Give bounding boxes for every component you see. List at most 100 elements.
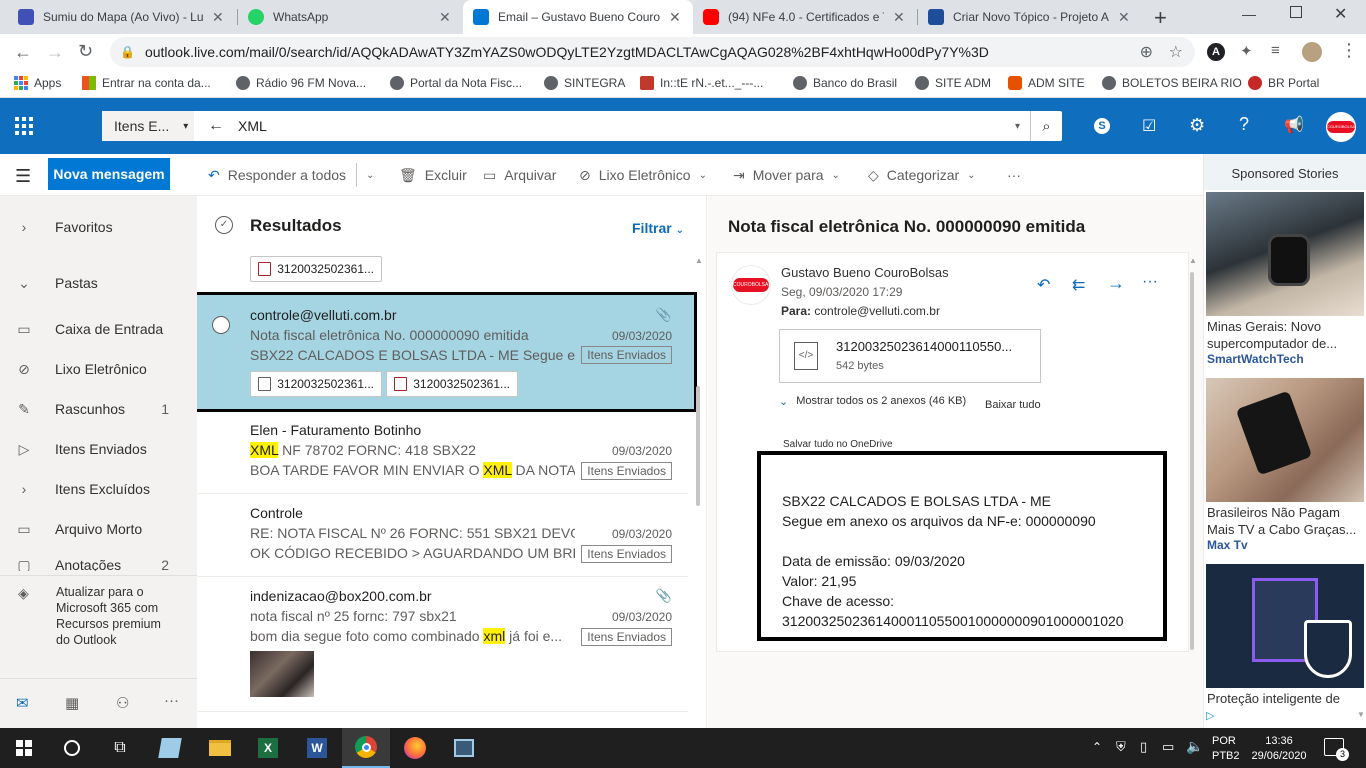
nav-favorites[interactable]: › Favoritos <box>0 209 197 245</box>
browser-tab-active[interactable]: Email – Gustavo Bueno CouroB ✕ <box>463 0 693 34</box>
search-input[interactable]: XML <box>238 118 267 134</box>
megaphone-icon[interactable]: 📢 <box>1284 115 1304 135</box>
excel-icon[interactable]: X <box>244 728 292 768</box>
bookmark-item[interactable]: In::tE rN.-.et..._---... <box>640 76 763 90</box>
chevron-up-icon[interactable]: ⌃ <box>1092 740 1102 754</box>
profile-initial-icon[interactable]: A <box>1207 43 1225 61</box>
more-actions-button[interactable]: ··· <box>1007 163 1021 187</box>
forward-icon[interactable]: → <box>1107 273 1125 294</box>
photo-thumbnail[interactable] <box>250 651 314 697</box>
new-tab-button[interactable]: + <box>1154 5 1167 31</box>
reply-icon[interactable]: ↶ <box>1037 275 1050 295</box>
scroll-down-icon[interactable]: ▼ <box>1357 710 1365 719</box>
ad-source[interactable]: SmartWatchTech <box>1207 352 1304 366</box>
smartwatch-ad-image[interactable] <box>1206 192 1364 316</box>
search-icon[interactable] <box>48 728 96 768</box>
browser-tab[interactable]: Sumiu do Mapa (Ao Vivo) - Luc ✕ <box>8 0 236 34</box>
network-icon[interactable]: ▭ <box>1162 739 1174 755</box>
maximize-icon[interactable] <box>1290 6 1302 18</box>
app-launcher-icon[interactable] <box>15 117 33 135</box>
bookmark-item[interactable]: ADM SITE <box>1008 76 1085 90</box>
nav-item-archive[interactable]: ▭ Arquivo Morto <box>0 511 197 547</box>
bookmark-item[interactable]: BOLETOS BEIRA RIO <box>1102 76 1242 90</box>
new-message-button[interactable]: Nova mensagem <box>48 158 170 190</box>
user-avatar-icon[interactable] <box>1302 42 1322 62</box>
people-icon[interactable]: ⚇ <box>116 694 129 712</box>
firefox-icon[interactable] <box>391 728 439 768</box>
more-apps-icon[interactable]: ··· <box>164 692 179 709</box>
filter-button[interactable]: Filtrar ⌄ <box>632 220 684 236</box>
bookmark-item[interactable]: Rádio 96 FM Nova... <box>236 76 366 90</box>
back-arrow-icon[interactable]: ← <box>208 117 224 135</box>
nav-item-deleted[interactable]: › Itens Excluídos <box>0 471 197 507</box>
ad-title[interactable]: Proteção inteligente de <box>1207 690 1365 707</box>
security-ad-image[interactable] <box>1206 564 1364 688</box>
nav-item-junk[interactable]: ⊘ Lixo Eletrônico <box>0 351 197 387</box>
menu-dots-icon[interactable]: ⋮ <box>1340 40 1358 61</box>
tv-stick-ad-image[interactable] <box>1206 378 1364 502</box>
mail-icon[interactable]: ✉ <box>16 694 29 712</box>
delete-button[interactable]: 🗑 Excluir <box>399 163 467 187</box>
attachment-card[interactable]: </> 31200325023614000110550... 542 bytes <box>779 329 1041 383</box>
extensions-icon[interactable]: ✦ <box>1240 42 1253 60</box>
show-all-attachments[interactable]: ⌄ Mostrar todos os 2 anexos (46 KB) <box>779 395 966 408</box>
bookmark-item[interactable]: Entrar na conta da... <box>82 76 211 90</box>
bookmark-item[interactable]: Banco do Brasil <box>793 76 897 90</box>
battery-icon[interactable]: ▯ <box>1140 739 1147 755</box>
word-icon[interactable]: W <box>293 728 341 768</box>
notepad-app-icon[interactable] <box>146 728 194 768</box>
back-arrow-icon[interactable]: ← <box>14 42 32 63</box>
list-item[interactable]: Controle RE: NOTA FISCAL Nº 26 FORNC: 55… <box>198 494 688 577</box>
bookmark-item[interactable]: SITE ADM <box>915 76 991 90</box>
sender-name[interactable]: Gustavo Bueno CouroBolsas <box>781 265 949 280</box>
chevron-down-icon[interactable]: ⌄ <box>366 163 374 187</box>
clock[interactable]: 13:36 29/06/2020 <box>1246 734 1312 764</box>
search-scope-dropdown[interactable]: Itens E... ▾ <box>102 111 194 141</box>
upgrade-link[interactable]: Atualizar para o Microsoft 365 com Recur… <box>56 584 166 648</box>
list-item[interactable]: Elen - Faturamento Botinho XML NF 78702 … <box>198 416 688 494</box>
junk-button[interactable]: ⊘ Lixo Eletrônico ⌄ <box>579 163 707 187</box>
close-tab-icon[interactable]: ✕ <box>1118 9 1132 26</box>
close-tab-icon[interactable]: ✕ <box>212 9 226 26</box>
nav-item-drafts[interactable]: ✎ Rascunhos 1 <box>0 391 197 427</box>
nav-folders[interactable]: ⌄ Pastas <box>0 265 197 301</box>
download-all-link[interactable]: Baixar tudo <box>985 399 1041 411</box>
help-icon[interactable]: ? <box>1239 114 1249 135</box>
notifications-icon[interactable]: 3 <box>1324 738 1349 761</box>
close-tab-icon[interactable]: ✕ <box>893 9 907 26</box>
reload-icon[interactable]: ↻ <box>78 41 93 62</box>
network-app-icon[interactable] <box>440 728 488 768</box>
ad-title[interactable]: Minas Gerais: Novo supercomputador de... <box>1207 318 1365 352</box>
language-indicator[interactable]: POR PTB2 <box>1212 734 1240 764</box>
bookmark-item[interactable]: BR Portal <box>1248 76 1319 90</box>
todo-icon[interactable]: ☑ <box>1142 116 1156 136</box>
scrollbar[interactable]: ▲ <box>1189 256 1197 656</box>
file-explorer-icon[interactable] <box>196 728 244 768</box>
bookmark-item[interactable]: Portal da Nota Fisc... <box>390 76 522 90</box>
volume-icon[interactable]: 🔈 <box>1186 738 1203 755</box>
close-tab-icon[interactable]: ✕ <box>439 9 453 26</box>
browser-tab[interactable]: Criar Novo Tópico - Projeto AC ✕ <box>918 0 1142 34</box>
account-avatar[interactable]: COUROBOLSAS <box>1326 112 1356 142</box>
list-item-selected[interactable]: controle@velluti.com.br 📎 Nota fiscal el… <box>197 292 697 412</box>
attachment-chip[interactable]: 3120032502361... <box>250 371 382 397</box>
chevron-down-icon[interactable]: ▾ <box>1015 121 1020 132</box>
calendar-icon[interactable]: ▦ <box>65 694 79 712</box>
chrome-icon[interactable] <box>342 728 390 768</box>
bookmark-apps[interactable]: Apps <box>14 76 61 90</box>
forward-arrow-icon[interactable]: → <box>46 42 64 63</box>
attachment-chip[interactable]: 3120032502361... <box>250 256 382 282</box>
search-icon[interactable]: ⌕ <box>1030 111 1062 141</box>
hamburger-menu-icon[interactable]: ☰ <box>15 166 31 187</box>
windows-start-icon[interactable] <box>0 728 48 768</box>
move-to-button[interactable]: ⇥ Mover para ⌄ <box>733 163 840 187</box>
gear-icon[interactable]: ⚙ <box>1189 115 1205 136</box>
security-tray-icon[interactable]: ⛨ <box>1116 739 1126 755</box>
reply-all-icon[interactable]: ⇇ <box>1072 275 1085 295</box>
browser-tab[interactable]: WhatsApp ✕ <box>238 0 463 34</box>
save-onedrive-link[interactable]: Salvar tudo no OneDrive <box>783 439 893 450</box>
adchoices-icon[interactable]: ▷ <box>1206 709 1214 722</box>
close-tab-icon[interactable]: ✕ <box>669 9 683 26</box>
scrollbar[interactable]: ▲ <box>695 256 703 726</box>
ad-title[interactable]: Brasileiros Não Pagam Mais TV a Cabo Gra… <box>1207 504 1365 538</box>
